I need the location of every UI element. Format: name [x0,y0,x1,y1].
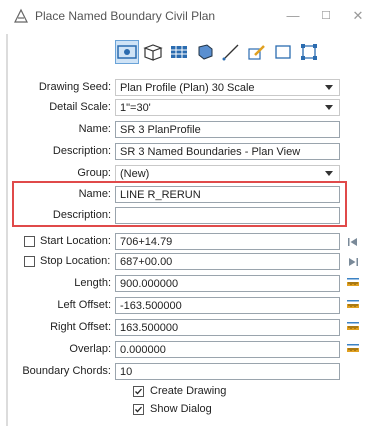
shape-tool-button[interactable] [297,40,321,64]
name-field[interactable]: SR 3 PlanProfile [115,121,340,138]
measure-right-offset-icon[interactable] [346,321,360,335]
checkmark-icon [135,388,142,395]
length-label: Length: [74,277,111,289]
civil-plan-tool-icon [117,45,137,59]
shape-tool-icon [301,44,317,60]
measure-overlap-icon[interactable] [346,343,360,357]
chevron-down-icon [325,105,333,110]
rectangle-tool-button[interactable] [271,40,295,64]
overlap-field[interactable]: 0.000000 [115,341,340,358]
line-tool-icon [222,44,239,61]
drawing-seed-select[interactable]: Plan Profile (Plan) 30 Scale [115,79,340,96]
app-icon [14,8,28,23]
cross-section-tool-icon [198,44,213,60]
stop-location-field[interactable]: 687+00.00 [115,253,340,270]
boundary-chords-field[interactable]: 10 [115,363,340,380]
checkmark-icon [135,406,142,413]
boundary-chords-label: Boundary Chords: [22,365,111,377]
civil-plan-tool-button[interactable] [115,40,139,64]
start-location-field[interactable]: 706+14.79 [115,233,340,250]
create-drawing-label: Create Drawing [150,385,227,397]
maximize-button[interactable]: ☐ [313,6,339,26]
right-offset-field[interactable]: 163.500000 [115,319,340,336]
edit-tool-button[interactable] [245,40,269,64]
start-location-checkbox[interactable] [24,236,35,247]
measure-length-icon[interactable] [346,277,360,291]
chevron-down-icon [325,171,333,176]
measure-left-offset-icon[interactable] [346,299,360,313]
right-offset-label: Right Offset: [50,321,111,333]
length-field[interactable]: 900.000000 [115,275,340,292]
group-label: Group: [77,167,111,179]
group-value: (New) [120,168,150,180]
boundary-description-field[interactable] [115,207,340,224]
skip-to-end-icon[interactable] [346,255,360,269]
edit-tool-icon [248,45,265,60]
left-offset-field[interactable]: -163.500000 [115,297,340,314]
detail-scale-value: 1"=30' [120,102,151,114]
description-label: Description: [52,145,111,157]
boundary-name-field[interactable]: LINE R_RERUN [115,186,340,203]
rectangle-tool-icon [275,45,291,59]
line-tool-button[interactable] [219,40,243,64]
create-drawing-checkbox[interactable] [133,386,144,397]
group-select[interactable]: (New) [115,165,340,182]
left-offset-label: Left Offset: [57,299,111,311]
description-field[interactable]: SR 3 Named Boundaries - Plan View [115,143,340,160]
close-button[interactable]: ✕ [345,6,371,26]
show-dialog-checkbox[interactable] [133,404,144,415]
boundary-description-label: Description: [52,209,111,221]
grid-tool-button[interactable] [167,40,191,64]
detail-scale-label: Detail Scale: [49,101,111,113]
grid-tool-icon [171,46,187,58]
drawing-seed-value: Plan Profile (Plan) 30 Scale [120,82,255,94]
overlap-label: Overlap: [69,343,111,355]
title-bar: Place Named Boundary Civil Plan — ☐ ✕ [0,0,373,32]
skip-to-start-icon[interactable] [346,235,360,249]
show-dialog-label: Show Dialog [150,403,212,415]
start-location-label: Start Location: [40,235,111,247]
tool-strip [115,40,321,66]
chevron-down-icon [325,85,333,90]
detail-scale-select[interactable]: 1"=30' [115,99,340,116]
stop-location-checkbox[interactable] [24,256,35,267]
window-title: Place Named Boundary Civil Plan [35,9,216,23]
minimize-button[interactable]: — [280,6,306,26]
boundary-name-label: Name: [78,188,111,200]
profile-tool-icon [143,44,163,61]
name-label: Name: [78,123,111,135]
profile-tool-button[interactable] [141,40,165,64]
cross-section-tool-button[interactable] [193,40,217,64]
drawing-seed-label: Drawing Seed: [38,81,111,93]
stop-location-label: Stop Location: [40,255,111,267]
